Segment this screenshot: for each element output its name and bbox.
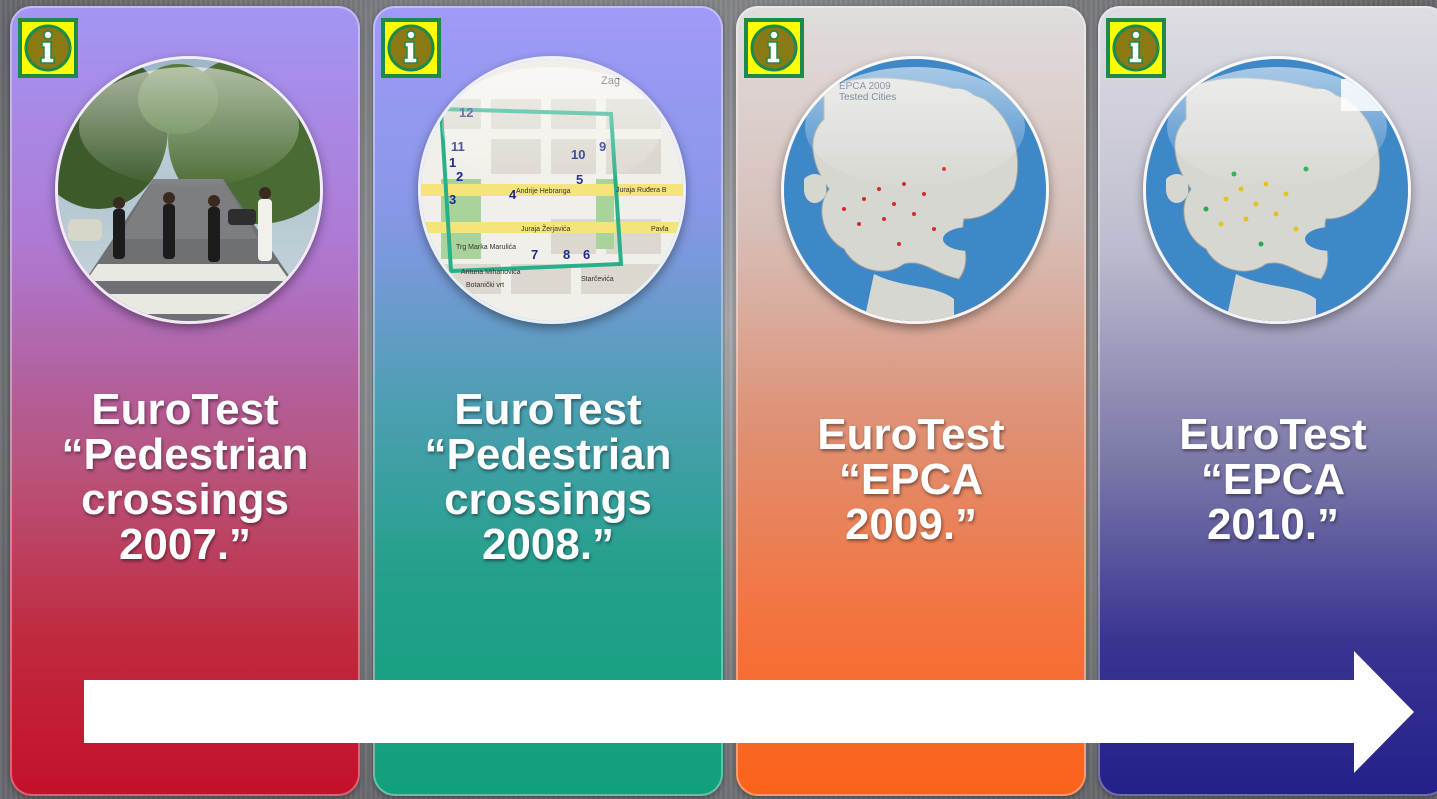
map-label-zerjavica: Juraja Žerjavića — [521, 224, 571, 233]
arrow-right-icon — [84, 651, 1414, 773]
map-marker-7: 7 — [531, 247, 538, 262]
map-label-zag: Zag — [601, 75, 620, 87]
info-icon — [1112, 24, 1160, 72]
map-marker-1: 1 — [449, 155, 456, 170]
map-label-marulica: Trg Marka Marulića — [456, 244, 516, 251]
map-marker-2: 2 — [456, 169, 463, 184]
caption-line-2: “EPCA — [1200, 455, 1346, 504]
map-marker-8: 8 — [563, 247, 570, 262]
caption-line-2: “Pedestrian — [61, 430, 309, 479]
info-icon — [24, 24, 72, 72]
caption-line-3: crossings — [444, 475, 652, 524]
info-button[interactable] — [744, 18, 804, 78]
map-marker-3: 3 — [449, 192, 456, 207]
map-label-botanicki: Botanički vrt — [466, 282, 504, 289]
card-caption: EuroTest “EPCA 2009.” — [746, 412, 1076, 547]
caption-line-3: crossings — [81, 475, 289, 524]
card-caption: EuroTest “EPCA 2010.” — [1108, 412, 1437, 547]
europe-map-2009: EPCA 2009 Tested Cities — [781, 56, 1049, 324]
map-label-starceviceva: Starčevića — [581, 276, 614, 283]
info-button[interactable] — [18, 18, 78, 78]
caption-line-4: 2007.” — [118, 520, 252, 569]
map-marker-10: 10 — [571, 147, 585, 162]
map-label-hebranga: Andrije Hebranga — [516, 188, 571, 195]
caption-line-3: 2009.” — [844, 500, 978, 549]
map-label-ruder: Juraja Ruđera B — [616, 187, 667, 194]
slide: EuroTest “Pedestrian crossings 2007.” 12… — [0, 0, 1437, 799]
map-marker-6: 6 — [583, 247, 590, 262]
info-button[interactable] — [381, 18, 441, 78]
caption-line-4: 2008.” — [481, 520, 615, 569]
caption-title: EuroTest — [1179, 410, 1367, 459]
zagreb-street-map: 12 11 1 2 3 4 5 10 9 7 8 6 Zag Juraja Že… — [418, 56, 686, 324]
caption-line-2: “EPCA — [838, 455, 984, 504]
card-caption: EuroTest “Pedestrian crossings 2008.” — [383, 387, 713, 567]
info-button[interactable] — [1106, 18, 1166, 78]
timeline-arrow — [84, 651, 1414, 773]
map-marker-11: 11 — [451, 139, 465, 154]
map-caption-title: EPCA 2009 — [839, 81, 891, 92]
caption-line-3: 2010.” — [1206, 500, 1340, 549]
map-marker-5: 5 — [576, 172, 583, 187]
info-icon — [750, 24, 798, 72]
caption-title: EuroTest — [454, 385, 642, 434]
caption-line-2: “Pedestrian — [424, 430, 672, 479]
map-label-mihanovica: Antuna Mihanovića — [461, 269, 521, 276]
map-marker-9: 9 — [599, 139, 606, 154]
map-label-pavla: Pavla — [651, 226, 669, 233]
card-caption: EuroTest “Pedestrian crossings 2007.” — [20, 387, 350, 567]
europe-map-2010 — [1143, 56, 1411, 324]
map-caption-subtitle: Tested Cities — [839, 92, 896, 103]
map-marker-12: 12 — [459, 105, 473, 120]
abbey-road-crossing-photo — [55, 56, 323, 324]
caption-title: EuroTest — [817, 410, 1005, 459]
caption-title: EuroTest — [91, 385, 279, 434]
info-icon — [387, 24, 435, 72]
